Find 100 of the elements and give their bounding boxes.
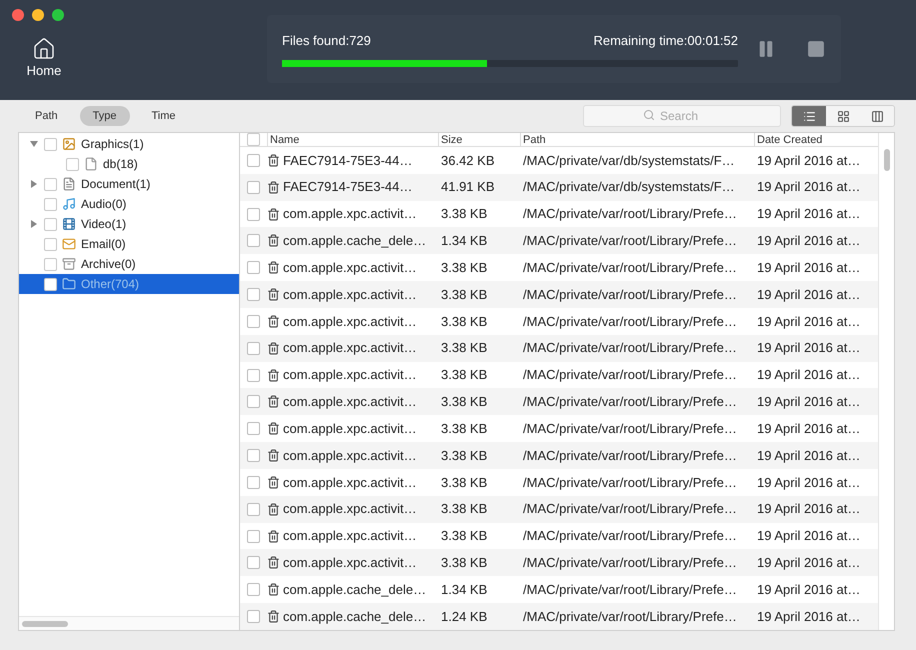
table-cell-text: com.apple.xpc.activit… bbox=[283, 339, 417, 358]
checkbox[interactable] bbox=[44, 258, 57, 270]
table-cell-text: FAEC7914-75E3-44… bbox=[283, 178, 412, 196]
collapsed-triangle-icon[interactable] bbox=[30, 220, 38, 228]
column-header[interactable]: Name bbox=[267, 133, 438, 146]
column-header[interactable]: Path bbox=[520, 133, 754, 146]
table-cell-text: com.apple.xpc.activit… bbox=[283, 286, 417, 304]
checkbox[interactable] bbox=[247, 422, 260, 436]
table-cell: /MAC/private/var/root/Library/Prefe… bbox=[523, 555, 737, 570]
table-cell: /MAC/private/var/root/Library/Prefe… bbox=[523, 286, 737, 302]
checkbox[interactable] bbox=[247, 342, 260, 355]
table-cell-text: com.apple.xpc.activit… bbox=[283, 474, 417, 492]
filter-tab[interactable]: Type bbox=[80, 106, 130, 126]
checkbox[interactable] bbox=[44, 178, 57, 190]
trash-icon bbox=[267, 180, 280, 194]
table-cell: /MAC/private/var/root/Library/Prefe… bbox=[523, 448, 737, 463]
column-header[interactable]: Date Created bbox=[754, 133, 878, 146]
checkbox[interactable] bbox=[44, 278, 57, 290]
collapsed-triangle-icon[interactable] bbox=[30, 180, 38, 188]
checkbox[interactable] bbox=[247, 556, 260, 570]
checkbox[interactable] bbox=[247, 133, 260, 146]
tree-label: Video(1) bbox=[81, 216, 126, 233]
checkbox[interactable] bbox=[247, 288, 260, 302]
expanded-triangle-icon[interactable] bbox=[30, 140, 38, 148]
search-field[interactable]: Search bbox=[583, 105, 781, 127]
checkbox[interactable] bbox=[44, 218, 57, 230]
table-cell: /MAC/private/var/db/systemstats/F… bbox=[523, 152, 735, 168]
table-cell: /MAC/private/var/root/Library/Prefe… bbox=[523, 474, 737, 490]
music-note-icon bbox=[62, 197, 76, 211]
tree-label: db(18) bbox=[103, 156, 138, 173]
home-button[interactable]: Home bbox=[24, 37, 64, 80]
trash-icon bbox=[267, 342, 280, 355]
table-cell: 19 April 2016 at… bbox=[757, 420, 860, 436]
table-cell: /MAC/private/var/root/Library/Prefe… bbox=[523, 608, 737, 624]
tree-item[interactable]: Email(0) bbox=[19, 234, 239, 254]
trash-icon bbox=[267, 422, 280, 436]
table-cell-text: com.apple.xpc.activit… bbox=[283, 393, 417, 412]
table-cell: /MAC/private/var/root/Library/Prefe… bbox=[523, 314, 737, 329]
image-icon bbox=[62, 137, 76, 151]
column-view-icon bbox=[870, 110, 884, 122]
tree-item[interactable]: Archive(0) bbox=[19, 254, 239, 274]
table-cell: 3.38 KB bbox=[441, 501, 488, 516]
checkbox[interactable] bbox=[247, 530, 260, 542]
tree-item[interactable]: Audio(0) bbox=[19, 194, 239, 214]
filter-tab[interactable]: Path bbox=[22, 106, 71, 126]
zoom-window-icon[interactable] bbox=[52, 9, 64, 21]
trash-icon bbox=[267, 610, 280, 623]
table-cell: 19 April 2016 at… bbox=[757, 555, 860, 570]
checkbox[interactable] bbox=[247, 583, 260, 596]
table-cell-text: com.apple.cache_dele… bbox=[283, 232, 426, 250]
trash-icon bbox=[267, 449, 280, 462]
table-cell: /MAC/private/var/root/Library/Prefe… bbox=[523, 582, 737, 597]
tree-item[interactable]: db(18) bbox=[19, 154, 239, 174]
tree-label: Document(1) bbox=[81, 176, 150, 193]
view-toggle[interactable] bbox=[860, 106, 894, 126]
checkbox[interactable] bbox=[247, 234, 260, 248]
scrollbar-thumb[interactable] bbox=[884, 149, 890, 171]
table-cell: 3.38 KB bbox=[441, 314, 488, 329]
checkbox[interactable] bbox=[247, 314, 260, 328]
stop-icon[interactable] bbox=[806, 39, 826, 59]
table-cell: /MAC/private/var/root/Library/Prefe… bbox=[523, 501, 737, 516]
filter-tab[interactable]: Time bbox=[138, 106, 189, 126]
close-window-icon[interactable] bbox=[12, 9, 24, 21]
tree-item[interactable]: Graphics(1) bbox=[19, 134, 239, 154]
table-cell: /MAC/private/var/root/Library/Prefe… bbox=[523, 233, 737, 248]
table-cell: 3.38 KB bbox=[441, 448, 488, 463]
table-cell: 3.38 KB bbox=[441, 286, 488, 302]
checkbox[interactable] bbox=[247, 261, 260, 274]
checkbox[interactable] bbox=[247, 395, 260, 408]
view-toggle[interactable] bbox=[792, 106, 826, 126]
search-icon bbox=[643, 109, 655, 121]
tree-label: Audio(0) bbox=[81, 196, 126, 213]
scrollbar-thumb[interactable] bbox=[22, 620, 68, 626]
view-toggle[interactable] bbox=[826, 106, 860, 126]
column-header[interactable]: Size bbox=[438, 133, 520, 146]
checkbox[interactable] bbox=[44, 138, 57, 150]
table-cell: 19 April 2016 at… bbox=[757, 314, 860, 329]
tree-label: Email(0) bbox=[81, 236, 126, 253]
table-cell-text: com.apple.xpc.activit… bbox=[283, 500, 417, 518]
checkbox[interactable] bbox=[247, 476, 260, 489]
table-cell: 19 April 2016 at… bbox=[757, 394, 860, 410]
table-cell-text: com.apple.xpc.activit… bbox=[283, 554, 417, 572]
checkbox[interactable] bbox=[247, 154, 260, 167]
checkbox[interactable] bbox=[66, 158, 79, 170]
checkbox[interactable] bbox=[247, 368, 260, 382]
trash-icon bbox=[267, 208, 280, 221]
checkbox[interactable] bbox=[247, 208, 260, 221]
checkbox[interactable] bbox=[247, 449, 260, 462]
checkbox[interactable] bbox=[44, 198, 57, 210]
table-cell: 41.91 KB bbox=[441, 179, 494, 194]
table-cell: 19 April 2016 at… bbox=[757, 340, 860, 356]
tree-item[interactable]: Video(1) bbox=[19, 214, 239, 234]
table-cell: 19 April 2016 at… bbox=[757, 448, 860, 463]
checkbox[interactable] bbox=[247, 610, 260, 623]
tree-item[interactable]: Document(1) bbox=[19, 174, 239, 194]
envelope-icon bbox=[62, 237, 76, 251]
checkbox[interactable] bbox=[247, 502, 260, 516]
minimize-window-icon[interactable] bbox=[32, 9, 44, 21]
checkbox[interactable] bbox=[247, 180, 260, 194]
checkbox[interactable] bbox=[44, 238, 57, 250]
